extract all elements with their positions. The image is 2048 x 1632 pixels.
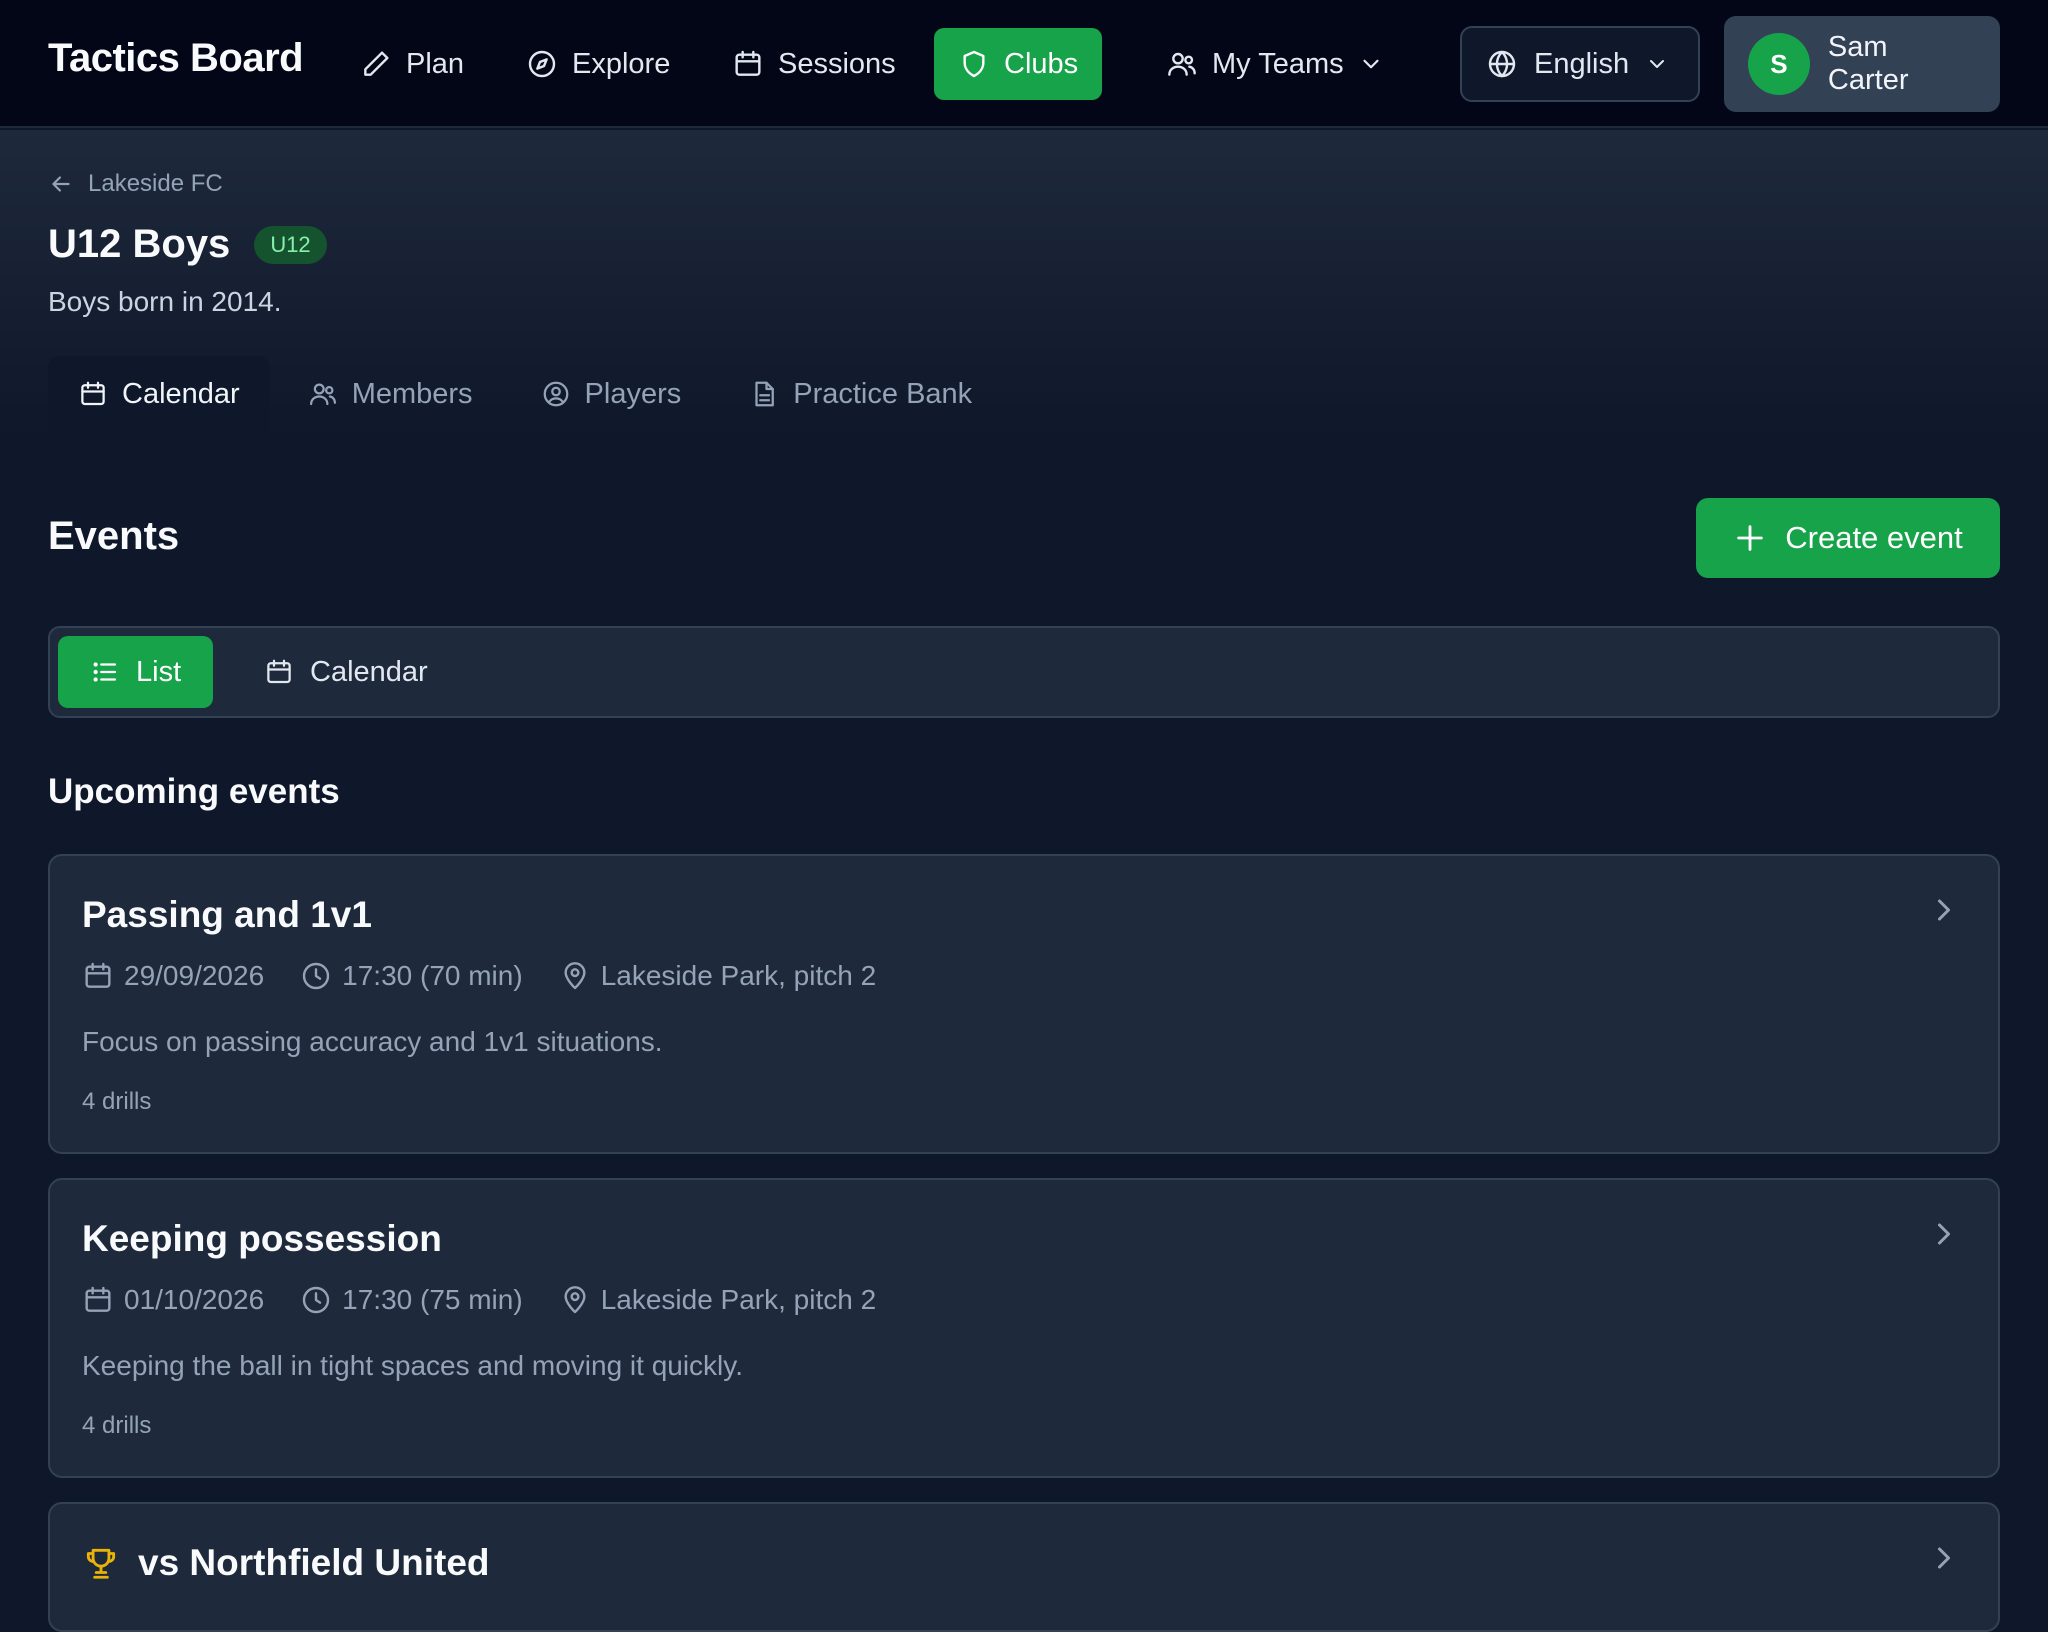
event-description: Focus on passing accuracy and 1v1 situat… — [82, 1026, 663, 1057]
event-meta: 01/10/2026 17:30 (75 min) Lakeside Park,… — [82, 1284, 876, 1316]
event-time-text: 17:30 (75 min) — [342, 1284, 523, 1315]
event-card[interactable]: Keeping possession 01/10/2026 17:30 (75 … — [48, 1178, 2000, 1478]
create-event-label: Create event — [1785, 520, 1963, 555]
event-title: Keeping possession — [82, 1218, 442, 1259]
view-toggle: List Calendar — [48, 626, 2000, 718]
event-title: Passing and 1v1 — [82, 894, 372, 935]
list-icon — [93, 662, 117, 682]
view-list-label: List — [136, 655, 182, 688]
nav-my-teams-label: My Teams — [1212, 47, 1344, 80]
event-time: 17:30 (70 min) — [300, 960, 523, 992]
user-circle-icon — [543, 381, 568, 407]
avatar: S — [1748, 33, 1810, 95]
user-menu-button[interactable]: S Sam Carter — [1724, 16, 2000, 112]
globe-icon — [1488, 50, 1516, 78]
nav-explore[interactable]: Explore — [502, 28, 694, 100]
event-description: Keeping the ball in tight spaces and mov… — [82, 1350, 743, 1381]
nav-clubs[interactable]: Clubs — [934, 28, 1103, 100]
tab-label: Practice Bank — [793, 377, 973, 410]
event-card[interactable]: Passing and 1v1 29/09/2026 17:30 (70 min… — [48, 854, 2000, 1154]
plus-icon — [1737, 525, 1763, 551]
event-location-text: Lakeside Park, pitch 2 — [600, 1284, 877, 1315]
compass-icon — [528, 50, 556, 78]
events-heading: Events — [48, 514, 180, 558]
event-title-row: vs Northfield United — [82, 1542, 490, 1584]
view-list-button[interactable]: List — [58, 636, 214, 708]
calendar-icon — [85, 962, 111, 988]
trophy-icon — [86, 1548, 116, 1579]
shield-icon — [963, 50, 985, 78]
nav-plan-label: Plan — [406, 47, 465, 80]
breadcrumb[interactable]: Lakeside FC — [48, 170, 223, 198]
nav-sessions-label: Sessions — [778, 47, 896, 80]
chevron-right-icon — [1938, 1547, 1950, 1569]
age-group-badge: U12 — [254, 225, 327, 264]
users-icon — [309, 383, 336, 406]
breadcrumb-parent: Lakeside FC — [88, 170, 223, 197]
team-tabs: Calendar Members Players Practice Bank — [48, 356, 1002, 432]
users-icon — [1168, 52, 1196, 76]
event-drill-count: 4 drills — [82, 1412, 152, 1439]
tab-members[interactable]: Members — [278, 356, 503, 432]
event-date: 01/10/2026 — [82, 1284, 264, 1316]
event-title: vs Northfield United — [138, 1542, 490, 1583]
nav-sessions[interactable]: Sessions — [708, 28, 920, 100]
nav-explore-label: Explore — [572, 47, 671, 80]
event-card[interactable]: vs Northfield United — [48, 1502, 2000, 1632]
user-name: Sam Carter — [1827, 31, 1909, 96]
chevron-down-icon — [1650, 60, 1665, 68]
event-location: Lakeside Park, pitch 2 — [559, 1284, 877, 1316]
upcoming-events-heading: Upcoming events — [48, 772, 340, 811]
calendar-icon — [81, 381, 105, 406]
tab-label: Calendar — [122, 377, 240, 410]
event-location: Lakeside Park, pitch 2 — [559, 960, 877, 992]
tab-calendar[interactable]: Calendar — [48, 356, 270, 432]
event-meta: 29/09/2026 17:30 (70 min) Lakeside Park,… — [82, 960, 876, 992]
event-time: 17:30 (75 min) — [300, 1284, 523, 1316]
nav-my-teams-dropdown[interactable]: My Teams — [1142, 28, 1408, 100]
view-calendar-button[interactable]: Calendar — [232, 636, 460, 708]
calendar-icon — [735, 50, 761, 76]
language-label: English — [1534, 47, 1630, 80]
chevron-right-icon — [1938, 1223, 1950, 1245]
nav-clubs-label: Clubs — [1004, 47, 1079, 80]
calendar-icon — [267, 659, 291, 684]
top-navbar: Tactics Board Plan Explore Sessions Club… — [0, 0, 2048, 128]
calendar-icon — [85, 1286, 111, 1312]
arrow-left-icon — [52, 176, 70, 192]
map-pin-icon — [564, 962, 586, 990]
document-icon — [755, 381, 775, 407]
team-name: U12 Boys — [48, 222, 231, 266]
event-time-text: 17:30 (70 min) — [342, 960, 523, 991]
language-select[interactable]: English — [1460, 26, 1700, 102]
event-location-text: Lakeside Park, pitch 2 — [600, 960, 877, 991]
tab-players[interactable]: Players — [511, 356, 712, 432]
brand-logo[interactable]: Tactics Board — [48, 36, 304, 81]
map-pin-icon — [564, 1286, 586, 1314]
chevron-down-icon — [1363, 59, 1379, 69]
pencil-icon — [364, 51, 389, 76]
event-date: 29/09/2026 — [82, 960, 264, 992]
tab-label: Players — [584, 377, 682, 410]
create-event-button[interactable]: Create event — [1696, 498, 2000, 578]
event-date-text: 29/09/2026 — [124, 960, 265, 991]
view-calendar-label: Calendar — [310, 655, 428, 688]
tab-practice-bank[interactable]: Practice Bank — [719, 356, 1002, 432]
event-date-text: 01/10/2026 — [124, 1284, 265, 1315]
team-description: Boys born in 2014. — [48, 286, 282, 317]
clock-icon — [302, 962, 330, 990]
page-title: U12 Boys U12 — [48, 222, 327, 267]
tab-label: Members — [351, 377, 473, 410]
clock-icon — [302, 1286, 330, 1314]
chevron-right-icon — [1938, 899, 1950, 921]
nav-plan[interactable]: Plan — [336, 28, 488, 100]
event-drill-count: 4 drills — [82, 1088, 152, 1115]
